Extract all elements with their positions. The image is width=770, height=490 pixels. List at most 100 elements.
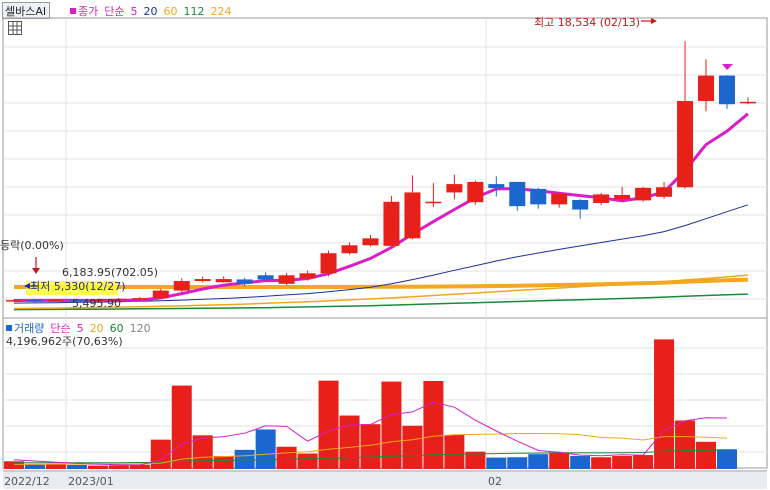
price-ma60-label: 60 [163, 4, 178, 18]
candle [551, 192, 568, 208]
candle-body [488, 184, 505, 189]
candle [467, 180, 484, 205]
candle-body [509, 181, 526, 207]
price-ma112-label: 112 [183, 4, 205, 18]
volume-bar [716, 449, 737, 469]
volume-bar [24, 464, 45, 469]
candle [257, 272, 274, 281]
high-price-annotation: 최고 18,534 (02/13) [534, 16, 640, 29]
volume-bar [549, 452, 570, 469]
candle [110, 297, 127, 301]
volume-bar [297, 453, 318, 469]
candle [362, 234, 379, 247]
price-ma20-label: 20 [143, 4, 158, 18]
candle [89, 298, 106, 302]
volume-bar [528, 454, 549, 469]
candle-body [656, 187, 673, 197]
volume-bar [507, 457, 528, 469]
candle-body [362, 238, 379, 246]
candle [698, 59, 715, 112]
candle [6, 299, 22, 303]
candle-body [572, 199, 589, 210]
grid-layer [2, 17, 768, 489]
candle [131, 296, 148, 300]
volume-bar [339, 415, 360, 469]
volume-bar [255, 429, 276, 469]
stock-name-tab[interactable]: 셀바스AI [2, 2, 51, 19]
volume-bar [633, 455, 654, 469]
low-arrow-head [24, 283, 30, 289]
volume-bar [654, 339, 675, 469]
candle-body [530, 188, 547, 205]
volume-bar [444, 435, 465, 469]
candle [404, 175, 421, 240]
volume-ma120-label: 120 [129, 321, 151, 335]
candle-body [26, 300, 43, 302]
candle-body [635, 187, 652, 201]
x-axis-band [3, 472, 767, 489]
volume-bar [570, 456, 591, 469]
candle [635, 186, 652, 202]
candle [194, 276, 211, 283]
price-ma20-line [13, 204, 749, 304]
volume-bar [486, 457, 507, 469]
volume-bar [402, 425, 423, 469]
volume-current-label: 4,196,962주(70,63%) [6, 335, 123, 348]
candle [26, 298, 43, 304]
candle [509, 181, 526, 211]
price-legend-label: 종가 [78, 5, 99, 18]
volume-bar [360, 424, 381, 469]
volume-bar [4, 461, 24, 469]
price-ma5-line [13, 112, 749, 303]
volume-ma5-line [13, 401, 728, 466]
volume-bar [423, 380, 444, 469]
x-axis-label-2023-01: 2023/01 [68, 475, 114, 488]
candle [215, 276, 232, 283]
candle [656, 181, 673, 199]
volume-bar [381, 381, 402, 469]
volume-bar [465, 451, 486, 469]
candle-body [68, 300, 85, 302]
volume-bar [696, 441, 717, 469]
candle-body [299, 273, 316, 279]
candle-body [593, 194, 610, 203]
volume-bar [276, 446, 297, 469]
candle-body [215, 279, 232, 283]
candle-body [236, 279, 253, 284]
candle [236, 277, 253, 287]
candle [299, 270, 316, 281]
volume-bar [612, 456, 633, 469]
candle-body [551, 193, 568, 205]
price-ma5-label: 5 [130, 4, 138, 18]
stock-chart[interactable]: 최고 18,534 (02/13) 6,183.95(702.05) 최저 5,… [0, 0, 770, 490]
volume-bar [150, 439, 171, 469]
level-label: 6,183.95(702.05) [62, 266, 158, 279]
volume-legend-swatch [6, 325, 12, 331]
chart-frame [2, 17, 768, 469]
price-ma60-line [13, 274, 748, 310]
volume-bar [234, 449, 255, 469]
volume-bar [87, 465, 108, 469]
candle-body [320, 253, 337, 274]
table-view-icon[interactable] [8, 21, 22, 35]
x-axis-label-2022-12: 2022/12 [4, 475, 50, 488]
candle [278, 272, 295, 286]
price-ma224-label: 224 [210, 4, 232, 18]
candle [152, 288, 169, 299]
price-ma224-line [14, 277, 748, 289]
candle-body [718, 75, 735, 105]
candle [425, 183, 442, 207]
candle-body [425, 201, 442, 204]
moving-averages-layer [13, 112, 749, 311]
candle [530, 188, 547, 209]
candle [383, 195, 400, 248]
candle [446, 174, 463, 200]
candle [488, 176, 505, 197]
low-price-highlight [26, 281, 118, 295]
candle-body [152, 290, 169, 299]
candle [47, 298, 64, 302]
volume-bar [318, 380, 339, 469]
volume-bar [171, 385, 192, 469]
x-axis-label-02: 02 [488, 475, 502, 488]
volume-bar [66, 464, 87, 469]
